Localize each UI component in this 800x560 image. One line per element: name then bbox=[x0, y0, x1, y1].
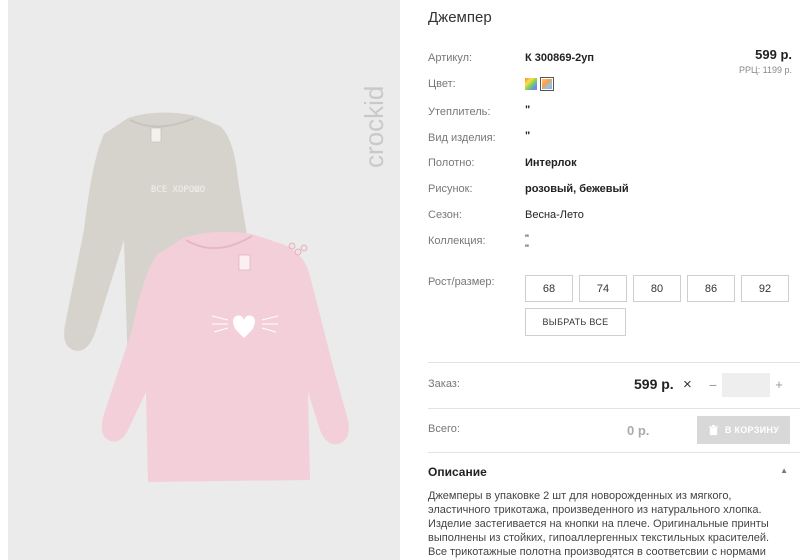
size-label: Рост/размер: bbox=[428, 276, 495, 288]
product-price: 599 р. bbox=[755, 47, 792, 62]
fabric-label: Полотно: bbox=[428, 157, 475, 169]
collection-label: Коллекция: bbox=[428, 235, 486, 247]
size-option-80[interactable]: 80 bbox=[633, 275, 681, 302]
trash-cart-icon bbox=[708, 424, 718, 435]
divider bbox=[428, 362, 800, 363]
quantity-input[interactable] bbox=[722, 373, 770, 397]
svg-text:crockid: crockid bbox=[360, 86, 389, 168]
size-option-74[interactable]: 74 bbox=[579, 275, 627, 302]
kind-label: Вид изделия: bbox=[428, 132, 496, 144]
description-text: Джемперы в упаковке 2 шт для новорожденн… bbox=[428, 490, 770, 558]
insulation-value: " bbox=[525, 104, 531, 116]
divider bbox=[428, 452, 800, 453]
color-swatch-multicolor[interactable] bbox=[525, 78, 537, 90]
fabric-value: Интерлок bbox=[525, 157, 577, 169]
total-value: 0 р. bbox=[627, 423, 650, 438]
print-label: Рисунок: bbox=[428, 183, 473, 195]
sku-value: К 300869-2уп bbox=[525, 52, 595, 64]
kind-value: " bbox=[525, 130, 531, 142]
insulation-label: Утеплитель: bbox=[428, 106, 491, 118]
print-value: розовый, бежевый bbox=[525, 183, 629, 195]
color-label: Цвет: bbox=[428, 78, 456, 90]
total-label: Всего: bbox=[428, 423, 460, 435]
product-title: Джемпер bbox=[428, 9, 492, 26]
svg-text:ВСЕ ХОРОШО: ВСЕ ХОРОШО bbox=[151, 185, 205, 195]
order-price: 599 р. bbox=[634, 376, 674, 392]
rrp-label: РРЦ: bbox=[738, 65, 761, 75]
product-photo: ВСЕ ХОРОШО bbox=[64, 112, 349, 482]
order-label: Заказ: bbox=[428, 378, 460, 390]
color-swatch-selected-fill bbox=[542, 79, 552, 89]
select-all-sizes-button[interactable]: ВЫБРАТЬ ВСЕ bbox=[525, 308, 626, 336]
season-value: Весна-Лето bbox=[525, 209, 584, 221]
size-option-92[interactable]: 92 bbox=[741, 275, 789, 302]
size-option-86[interactable]: 86 bbox=[687, 275, 735, 302]
quantity-decrease-button[interactable]: − bbox=[706, 377, 720, 393]
times-icon: × bbox=[683, 376, 692, 393]
description-title[interactable]: Описание bbox=[428, 465, 487, 479]
product-image[interactable]: ВСЕ ХОРОШО crockid bbox=[8, 0, 400, 560]
divider bbox=[428, 408, 800, 409]
add-to-cart-button[interactable]: В КОРЗИНУ bbox=[697, 416, 790, 444]
brand-logo: crockid bbox=[360, 86, 389, 168]
collection-value-2: " bbox=[525, 243, 529, 255]
season-label: Сезон: bbox=[428, 209, 462, 221]
rrp-price: РРЦ: 1199 р. bbox=[739, 65, 792, 75]
quantity-increase-button[interactable]: + bbox=[772, 377, 786, 392]
collapse-triangle-icon[interactable]: ▲ bbox=[780, 466, 788, 475]
size-option-68[interactable]: 68 bbox=[525, 275, 573, 302]
color-swatch-selected[interactable] bbox=[540, 77, 554, 91]
add-to-cart-label: В КОРЗИНУ bbox=[724, 425, 780, 435]
rrp-value: 1199 р. bbox=[762, 65, 792, 75]
product-details: Джемпер 599 р. РРЦ: 1199 р. Артикул: К 3… bbox=[428, 0, 800, 560]
sku-label: Артикул: bbox=[428, 52, 473, 64]
